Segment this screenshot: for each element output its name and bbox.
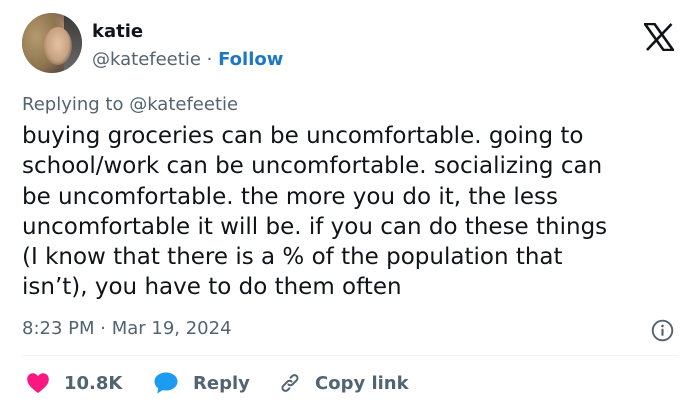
heart-icon [27,373,49,393]
reply-button[interactable]: Reply [153,369,250,397]
replying-to-label: Replying to [22,94,130,115]
copy-link-button[interactable]: Copy link [279,369,409,397]
author-handle-row: @katefeetie · Follow [92,49,283,70]
like-button[interactable]: 10.8K [26,369,122,397]
follow-button[interactable]: Follow [218,49,283,70]
x-logo-icon[interactable] [644,23,674,51]
replying-to: Replying to @katefeetie [22,94,238,115]
embedded-tweet: katie @katefeetie · Follow Replying to @… [0,0,700,410]
avatar[interactable] [22,13,82,73]
action-bar: 10.8K Reply Copy link [22,369,678,397]
speech-bubble-icon [154,372,178,394]
like-count: 10.8K [64,372,123,394]
separator: · [206,49,213,70]
author-name[interactable]: katie [92,21,143,42]
tweet-timestamp[interactable]: 8:23 PM · Mar 19, 2024 [22,318,232,339]
copy-link-label: Copy link [315,372,409,394]
link-icon [281,374,299,392]
divider [22,355,678,356]
author-handle[interactable]: @katefeetie [92,49,201,70]
tweet-text: buying groceries can be uncomfortable. g… [22,123,608,301]
replying-to-handle[interactable]: @katefeetie [129,94,238,115]
reply-label: Reply [193,372,250,394]
info-icon[interactable] [651,319,674,342]
